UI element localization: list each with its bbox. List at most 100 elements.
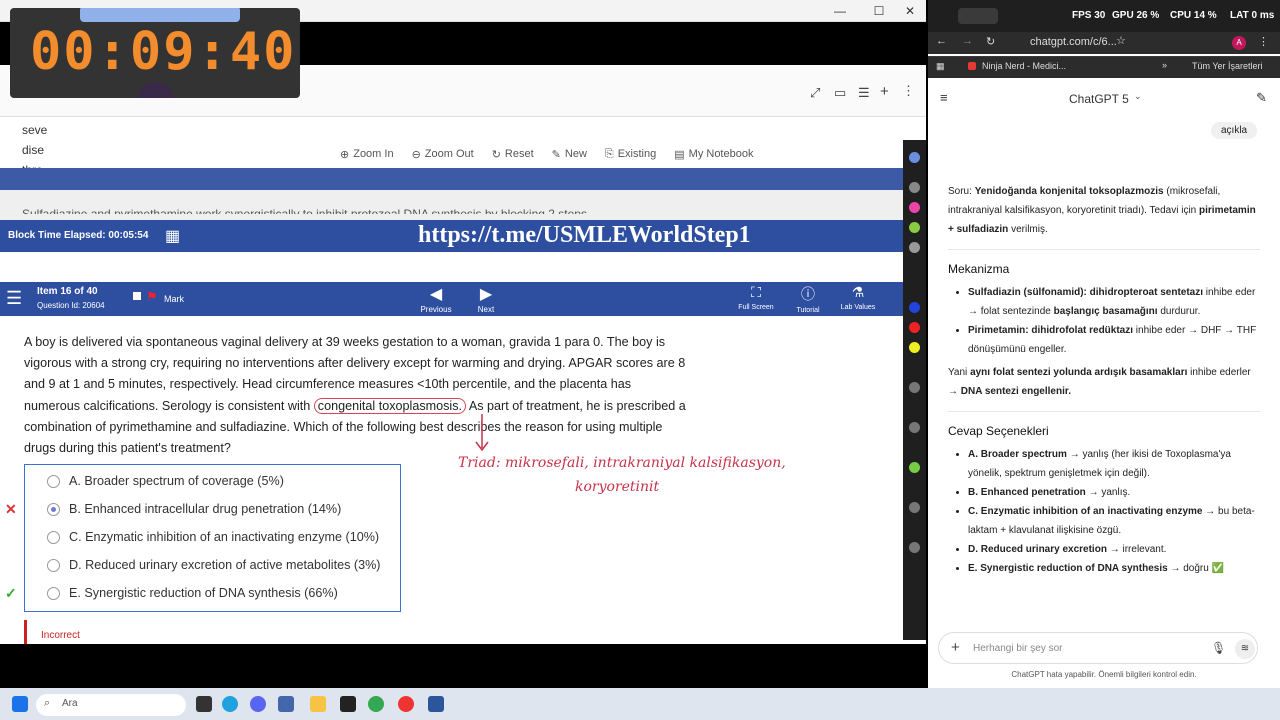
more-icon[interactable]: ⋮	[902, 83, 915, 99]
menu-dots-icon[interactable]: ⋮	[1258, 35, 1269, 48]
zoom-in-button[interactable]: ⊕ Zoom In	[340, 148, 394, 161]
undo-icon[interactable]	[909, 382, 920, 393]
disclaimer: ChatGPT hata yapabilir. Önemli bilgileri…	[1011, 670, 1197, 679]
radio-e[interactable]	[47, 586, 60, 600]
answer-b[interactable]: ✕ B. Enhanced intracellular drug penetrat…	[5, 495, 400, 523]
color-red-icon[interactable]	[909, 322, 920, 333]
reset-button[interactable]: ↻ Reset	[492, 148, 534, 161]
zoom-in-icon: ⊕	[340, 148, 350, 161]
edge-icon[interactable]	[222, 696, 238, 712]
minimize-icon[interactable]: —	[830, 3, 850, 19]
model-selector[interactable]: ChatGPT 5	[1069, 92, 1129, 106]
new-chat-icon[interactable]: ✎	[1256, 90, 1267, 106]
radio-b[interactable]	[47, 502, 60, 516]
profile-avatar[interactable]: A	[1232, 36, 1246, 50]
voice-icon[interactable]: ≋	[1235, 639, 1255, 659]
handwritten-note: Triad: mikrosefali, intrakraniyal kalsif…	[458, 455, 786, 495]
lab-values-button[interactable]: ⚗ Lab Values	[836, 284, 880, 312]
address-bar: ← → ↻ chatgpt.com/c/6... ☆ A ⋮	[928, 32, 1280, 54]
reset-icon: ↻	[491, 148, 501, 161]
radio-a[interactable]	[47, 474, 60, 488]
notes-icon[interactable]: ☰	[858, 85, 870, 101]
existing-button[interactable]: ⎘ Existing	[605, 148, 656, 161]
settings-icon[interactable]	[909, 422, 920, 433]
pen-icon[interactable]	[909, 152, 920, 163]
list-item: A. Broader spectrum → yanlış (her ikisi …	[968, 445, 1260, 483]
star-icon[interactable]: ☆	[1116, 34, 1126, 47]
calculator-icon[interactable]: ▦	[165, 226, 180, 246]
options-section: Cevap Seçenekleri A. Broader spectrum → …	[948, 422, 1260, 578]
book-icon[interactable]: ▭	[834, 85, 846, 101]
block-time-bar: Block Time Elapsed: 00:05:54 ▦ https://t…	[0, 220, 905, 252]
chat-input[interactable]: + Herhangi bir şey sor 🎙 ≋	[938, 632, 1258, 664]
highlighter-icon[interactable]	[909, 222, 920, 233]
fullscreen-icon: ⛶	[751, 284, 761, 300]
chat-header: ≡ ChatGPT 5 ⌄ ✎	[928, 78, 1280, 118]
arrow-left-icon: ◀	[429, 286, 443, 303]
next-button[interactable]: ▶ Next	[470, 284, 502, 315]
arrow-right-icon: ▶	[479, 286, 493, 303]
copy-icon[interactable]	[909, 542, 920, 553]
app-icon[interactable]	[278, 696, 294, 712]
previous-button[interactable]: ◀ Previous	[418, 284, 454, 315]
folder-icon[interactable]	[310, 696, 326, 712]
answer-c[interactable]: C. Enzymatic inhibition of an inactivati…	[25, 523, 400, 551]
answer-choices: A. Broader spectrum of coverage (5%) ✕ B.…	[5, 464, 401, 612]
chevron-down-icon[interactable]: ⌄	[1134, 91, 1142, 102]
chevron-right-icon[interactable]: »	[1162, 60, 1167, 70]
flag-icon[interactable]: ⚑	[146, 289, 158, 305]
discord-icon[interactable]	[250, 696, 266, 712]
radio-d[interactable]	[47, 558, 60, 572]
answer-a[interactable]: A. Broader spectrum of coverage (5%)	[25, 467, 400, 495]
maximize-icon[interactable]: ☐	[869, 3, 889, 19]
answer-d[interactable]: D. Reduced urinary excretion of active m…	[25, 551, 400, 579]
eraser-icon[interactable]	[909, 242, 920, 253]
taskbar-search[interactable]: ⌕ Ara	[36, 694, 186, 716]
bookmark-ninja-nerd[interactable]: Ninja Nerd - Medici...	[982, 61, 1066, 71]
notebook-button[interactable]: ▤ My Notebook	[674, 148, 753, 161]
task-view-icon[interactable]	[196, 696, 212, 712]
layers-icon[interactable]	[909, 502, 920, 513]
forward-icon[interactable]: →	[962, 35, 973, 47]
fullscreen-button[interactable]: ⛶ Full Screen	[734, 284, 778, 312]
tutorial-button[interactable]: ⓘ Tutorial	[790, 284, 826, 315]
opera-icon[interactable]	[398, 696, 414, 712]
mic-icon[interactable]: 🎙	[1211, 641, 1226, 655]
tab-chatgpt[interactable]	[958, 8, 998, 24]
color-blue-icon[interactable]	[909, 302, 920, 313]
marker-icon[interactable]	[909, 202, 920, 213]
block-time: Block Time Elapsed: 00:05:54	[8, 230, 149, 241]
blue-strip	[0, 168, 905, 190]
brush-icon[interactable]	[909, 462, 920, 473]
mark-checkbox[interactable]	[133, 292, 141, 300]
input-placeholder: Herhangi bir şey sor	[973, 643, 1063, 654]
apps-icon[interactable]: ▦	[936, 61, 945, 72]
mechanism-section: Mekanizma Sulfadiazin (sülfonamid): dihi…	[948, 260, 1260, 401]
mark-label: Mark	[164, 294, 184, 304]
word-icon[interactable]	[428, 696, 444, 712]
list-item: Sulfadiazin (sülfonamid): dihidropteroat…	[968, 283, 1260, 321]
back-icon[interactable]: ←	[936, 35, 947, 47]
video-band-bottom	[0, 644, 926, 688]
windows-start-icon[interactable]	[12, 696, 28, 712]
list-item: B. Enhanced penetration → yanlış.	[968, 483, 1260, 502]
zoom-out-button[interactable]: ⊖ Zoom Out	[412, 148, 474, 161]
reload-icon[interactable]: ↻	[986, 35, 995, 48]
new-button[interactable]: ✎ New	[552, 148, 587, 161]
sidebar-toggle-icon[interactable]: ≡	[940, 90, 948, 105]
url-text[interactable]: chatgpt.com/c/6...	[1030, 36, 1117, 48]
cpu-readout: CPU 14 %	[1170, 10, 1217, 21]
chrome-icon[interactable]	[368, 696, 384, 712]
color-yellow-icon[interactable]	[909, 342, 920, 353]
add-icon[interactable]: +	[880, 83, 889, 100]
capture-icon[interactable]	[340, 696, 356, 712]
expand-icon[interactable]: ⤢	[810, 85, 820, 101]
all-bookmarks[interactable]: Tüm Yer İşaretleri	[1192, 61, 1263, 71]
close-icon[interactable]: ✕	[900, 3, 920, 19]
radio-c[interactable]	[47, 530, 60, 544]
menu-icon[interactable]: ☰	[6, 288, 22, 309]
pointer-icon[interactable]	[909, 182, 920, 193]
answer-e[interactable]: ✓ E. Synergistic reduction of DNA synthes…	[5, 579, 400, 607]
plus-icon[interactable]: +	[951, 639, 960, 656]
wrong-mark-icon: ✕	[5, 500, 17, 517]
